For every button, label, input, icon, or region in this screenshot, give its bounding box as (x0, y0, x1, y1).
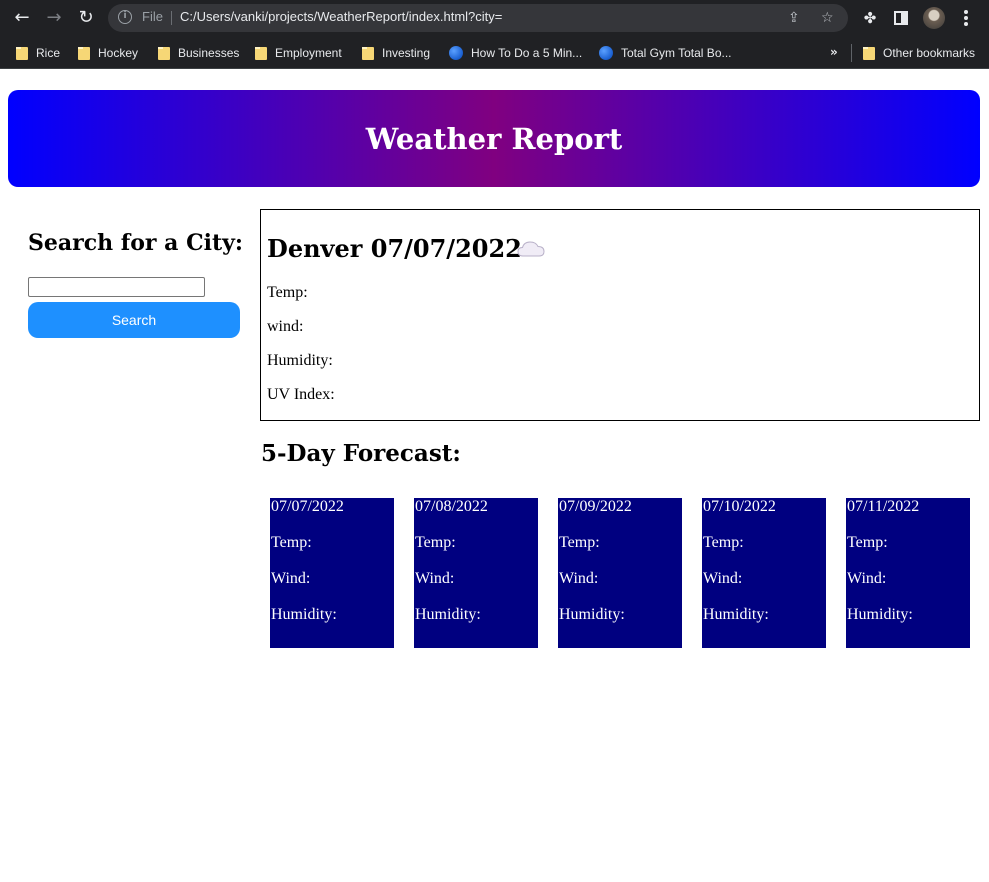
forecast-humidity-label: Humidity: (847, 606, 913, 623)
page-header: Weather Report (8, 90, 980, 187)
bookmark-label: Hockey (98, 46, 139, 60)
forecast-date: 07/07/2022 (271, 498, 344, 515)
forecast-humidity-label: Humidity: (559, 606, 625, 623)
forecast-card: 07/07/2022 Temp: Wind: Humidity: (270, 498, 394, 648)
current-humidity-label: Humidity: (267, 352, 333, 369)
city-search-input[interactable] (28, 277, 205, 297)
forecast-card: 07/09/2022 Temp: Wind: Humidity: (558, 498, 682, 648)
forecast-wind-label: Wind: (847, 570, 887, 587)
forecast-date: 07/08/2022 (415, 498, 488, 515)
forecast-humidity-label: Humidity: (271, 606, 337, 623)
side-panel-icon[interactable] (890, 7, 912, 31)
search-heading: Search for a City: (28, 230, 244, 256)
forecast-card: 07/10/2022 Temp: Wind: Humidity: (702, 498, 826, 648)
current-wind-label: wind: (267, 318, 304, 335)
more-bookmarks-chevron-icon[interactable]: » (830, 45, 838, 59)
share-icon[interactable]: ⇪ (788, 8, 800, 28)
folder-icon (78, 46, 90, 60)
address-bar[interactable]: i File C:/Users/vanki/projects/WeatherRe… (108, 4, 848, 32)
bookmark-label: How To Do a 5 Min... (471, 46, 583, 60)
folder-icon (158, 46, 170, 60)
forecast-temp-label: Temp: (847, 534, 888, 551)
forecast-date: 07/11/2022 (847, 498, 920, 515)
search-button[interactable]: Search (28, 302, 240, 338)
forecast-wind-label: Wind: (703, 570, 743, 587)
forecast-humidity-label: Humidity: (415, 606, 481, 623)
globe-icon (449, 46, 463, 60)
current-temp-label: Temp: (267, 284, 308, 301)
bookmarks-bar: Rice Hockey Businesses Employment Invest… (0, 36, 989, 69)
forward-arrow-icon[interactable]: → (42, 6, 66, 30)
forecast-date: 07/09/2022 (559, 498, 632, 515)
forecast-humidity-label: Humidity: (703, 606, 769, 623)
url-text[interactable]: C:/Users/vanki/projects/WeatherReport/in… (180, 9, 502, 24)
current-city-date: Denver 07/07/2022 (267, 234, 522, 263)
bookmark-5-min[interactable]: How To Do a 5 Min... (449, 42, 582, 64)
reload-icon[interactable]: ↻ (74, 6, 98, 30)
back-arrow-icon[interactable]: ← (10, 6, 34, 30)
bookmark-other[interactable]: Other bookmarks (863, 42, 975, 64)
bookmark-label: Employment (275, 46, 342, 60)
bookmark-label: Businesses (178, 46, 240, 60)
folder-icon (16, 46, 28, 60)
address-divider (171, 11, 172, 25)
globe-icon (599, 46, 613, 60)
cloud-icon (517, 241, 545, 257)
bookmark-investing[interactable]: Investing (362, 42, 430, 64)
forecast-temp-label: Temp: (415, 534, 456, 551)
bookmark-label: Rice (36, 46, 61, 60)
page-title: Weather Report (365, 122, 623, 156)
bookmark-businesses[interactable]: Businesses (158, 42, 239, 64)
bookmark-employment[interactable]: Employment (255, 42, 342, 64)
forecast-heading: 5-Day Forecast: (261, 440, 461, 467)
forecast-card: 07/11/2022 Temp: Wind: Humidity: (846, 498, 970, 648)
bookmark-rice[interactable]: Rice (16, 42, 60, 64)
forecast-wind-label: Wind: (415, 570, 455, 587)
forecast-temp-label: Temp: (271, 534, 312, 551)
extensions-puzzle-icon[interactable]: ✤ (859, 7, 881, 29)
bookmark-total-gym[interactable]: Total Gym Total Bo... (599, 42, 732, 64)
forecast-temp-label: Temp: (559, 534, 600, 551)
profile-avatar[interactable] (923, 7, 945, 29)
site-info-icon[interactable]: i (118, 10, 132, 24)
current-uv-index-label: UV Index: (267, 386, 335, 403)
current-weather-panel: Denver 07/07/2022 Temp: wind: Humidity: … (260, 209, 980, 421)
more-menu-icon[interactable] (958, 7, 974, 29)
bookmarks-divider (851, 44, 852, 62)
bookmark-hockey[interactable]: Hockey (78, 42, 138, 64)
browser-toolbar: ← → ↻ i File C:/Users/vanki/projects/Wea… (0, 0, 989, 36)
forecast-date: 07/10/2022 (703, 498, 776, 515)
bookmark-label: Investing (382, 46, 431, 60)
url-scheme-label: File (142, 9, 163, 24)
bookmark-label: Other bookmarks (883, 46, 976, 60)
forecast-temp-label: Temp: (703, 534, 744, 551)
folder-icon (362, 46, 374, 60)
bookmark-star-icon[interactable]: ☆ (821, 8, 834, 28)
folder-icon (863, 46, 875, 60)
bookmark-label: Total Gym Total Bo... (621, 46, 732, 60)
forecast-wind-label: Wind: (559, 570, 599, 587)
forecast-card: 07/08/2022 Temp: Wind: Humidity: (414, 498, 538, 648)
forecast-wind-label: Wind: (271, 570, 311, 587)
folder-icon (255, 46, 267, 60)
